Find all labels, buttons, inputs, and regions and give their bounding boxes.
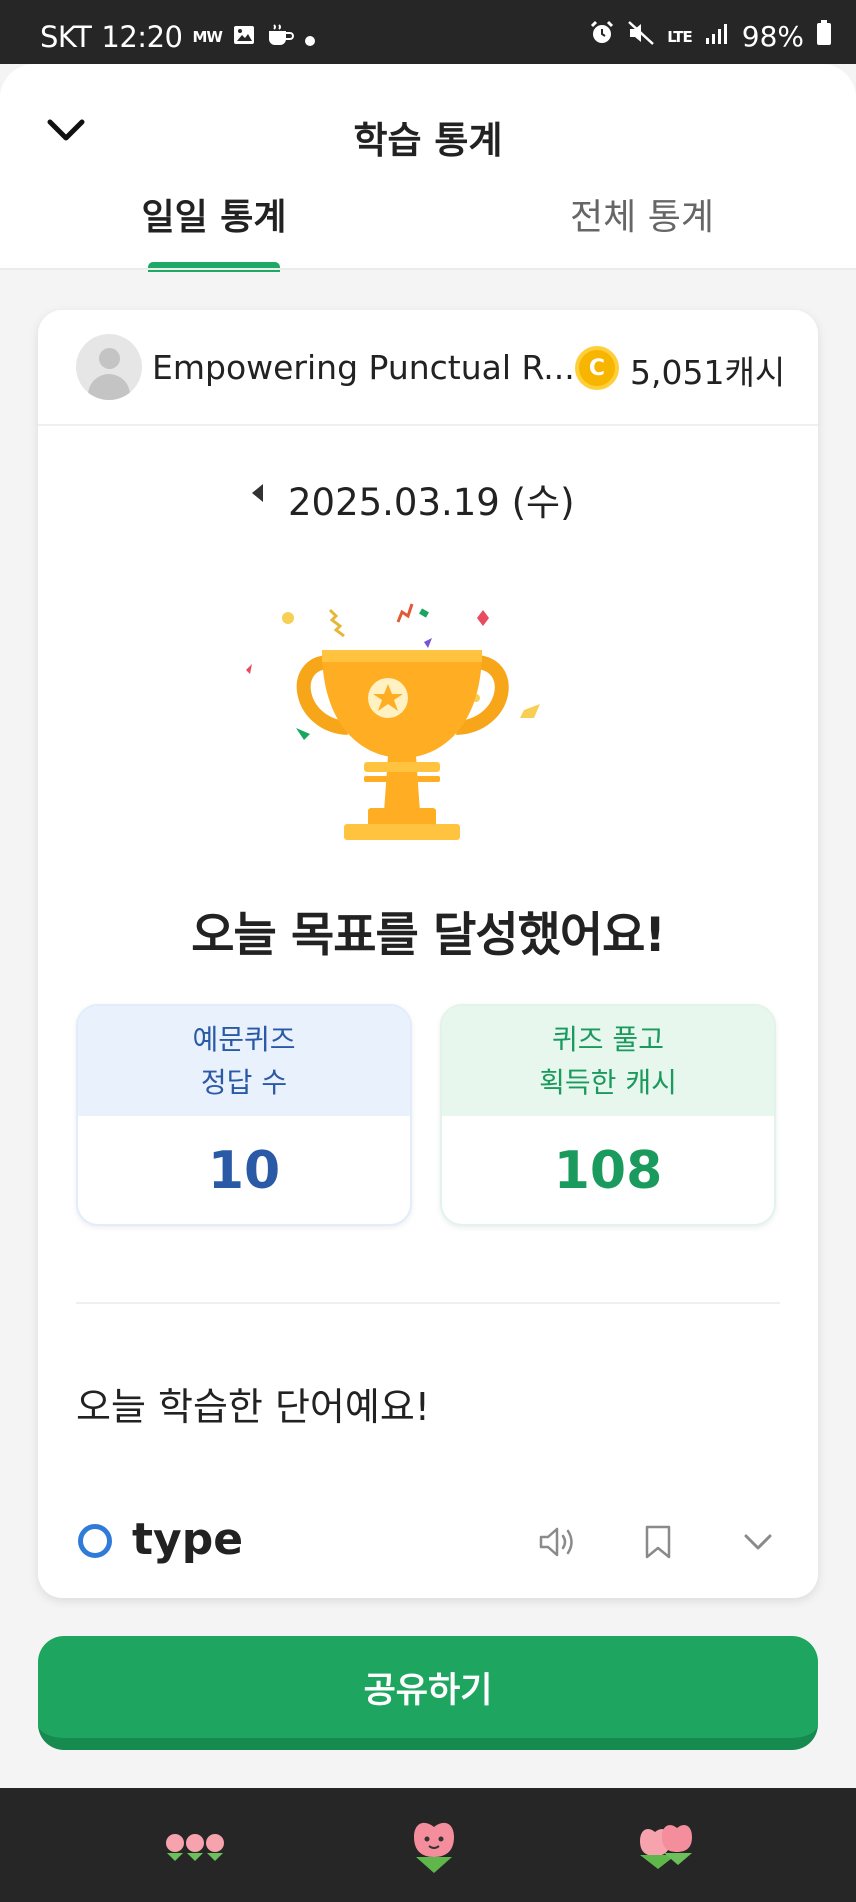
nav-flowers-pair-icon[interactable] [626,1810,706,1882]
bookmark-icon[interactable] [634,1518,682,1566]
profile-name: Empowering Punctual R... [152,348,572,387]
page-title: 학습 통계 [353,119,503,162]
date-label: 2025.03.19 (수) [288,481,575,524]
mute-icon [627,20,655,53]
tab-total-stats[interactable]: 전체 통계 [492,188,792,240]
mw-indicator: MW [192,28,223,46]
signal-icon [704,20,730,53]
coin-icon: C [575,346,619,390]
stat-label: 퀴즈 풀고 획득한 캐시 [442,1006,774,1116]
header-divider [0,268,856,270]
share-button[interactable]: 공유하기 [38,1636,818,1750]
carrier-label: SKT [40,20,92,54]
stat-label: 예문퀴즈 정답 수 [78,1006,410,1116]
words-section-title: 오늘 학습한 단어예요! [76,1385,431,1429]
tab-daily-stats[interactable]: 일일 통계 [64,188,364,240]
section-divider [76,1302,780,1304]
active-tab-indicator [148,262,280,272]
stat-value: 108 [553,1141,663,1201]
speaker-icon[interactable] [534,1518,582,1566]
stat-label-line2: 획득한 캐시 [539,1066,677,1099]
coffee-icon [266,20,294,54]
word-item[interactable]: type [38,1510,818,1580]
prev-date-arrow-icon[interactable] [252,484,263,502]
battery-icon [816,20,832,53]
stat-value: 10 [207,1141,281,1201]
stat-quiz-correct: 예문퀴즈 정답 수 10 [76,1004,412,1226]
stat-label-line1: 예문퀴즈 [192,1023,296,1056]
nav-flowers-group-icon[interactable] [150,1810,240,1882]
status-bar: SKT 12:20 MW LTE 98% [0,0,856,64]
cash-balance: 5,051캐시 [630,353,786,392]
dot-icon [304,20,316,54]
profile-row: Empowering Punctual R... C 5,051캐시 [38,310,818,426]
avatar [76,334,142,400]
stats-card: Empowering Punctual R... C 5,051캐시 2025.… [38,310,818,1598]
share-button-label: 공유하기 [363,1670,493,1711]
stat-label-line1: 퀴즈 풀고 [552,1023,664,1056]
gallery-icon [232,20,256,54]
trophy-illustration [238,580,638,860]
status-bar-right: LTE 98% [589,20,832,53]
network-type: LTE [667,27,693,46]
chevron-down-icon[interactable] [734,1518,782,1566]
status-ring-icon [78,1524,112,1558]
trophy-icon [246,603,540,840]
clock: 12:20 [101,20,183,54]
battery-level: 98% [741,20,804,53]
achievement-message: 오늘 목표를 달성했어요! [191,908,666,963]
status-bar-left: SKT 12:20 MW [40,20,316,54]
word-text: type [132,1514,244,1565]
alarm-icon [589,20,615,53]
stat-label-line2: 정답 수 [200,1066,288,1099]
header: 학습 통계 일일 통계 전체 통계 [0,64,856,272]
date-selector: 2025.03.19 (수) [38,470,818,524]
nav-flower-icon[interactable] [398,1810,470,1882]
bottom-nav [0,1788,856,1902]
stat-cash-earned: 퀴즈 풀고 획득한 캐시 108 [440,1004,776,1226]
